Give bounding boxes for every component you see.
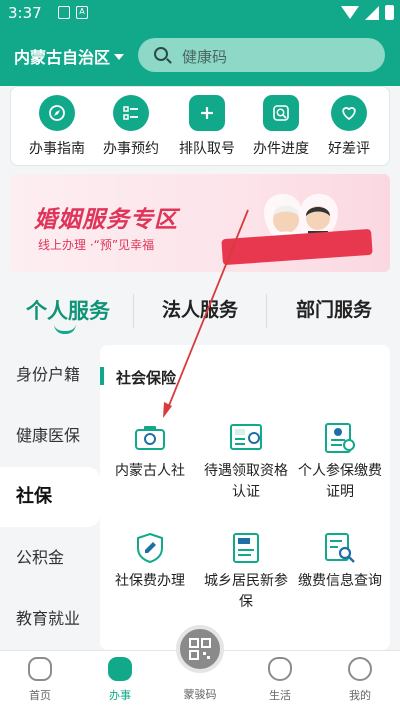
quick-action-rating[interactable]: 好差评 xyxy=(311,95,387,158)
service-item[interactable]: 个人参保缴费证明 xyxy=(292,421,388,503)
home-icon xyxy=(28,657,52,681)
status-bar: 3:37 A xyxy=(0,0,400,26)
shield-edit-icon xyxy=(132,531,168,565)
quick-action-label: 好差评 xyxy=(328,141,370,157)
quick-action-guide[interactable]: 办事指南 xyxy=(19,95,95,158)
service-label: 个人参保缴费证明 xyxy=(298,463,382,500)
services-icon xyxy=(108,657,132,681)
service-tabs: 个人服务 法人服务 部门服务 xyxy=(0,280,400,340)
quick-action-label: 排队取号 xyxy=(179,141,235,157)
sidebar-item-health[interactable]: 健康医保 xyxy=(0,406,100,466)
heart-outline-icon xyxy=(268,657,292,681)
tab-legal-person[interactable]: 法人服务 xyxy=(162,295,238,322)
nav-home[interactable]: 首页 xyxy=(0,657,80,703)
progress-search-icon xyxy=(263,95,299,131)
nav-life[interactable]: 生活 xyxy=(240,657,320,703)
quick-actions-card: 办事指南 办事预约 排队取号 办件进度 好差评 xyxy=(10,86,390,166)
certificate-icon xyxy=(228,421,264,455)
heart-icon xyxy=(331,95,367,131)
sidebar-item-social-security[interactable]: 社保 xyxy=(0,467,100,527)
bottom-navigation: 首页 办事 蒙骏码 生活 我的 xyxy=(0,625,400,711)
service-item[interactable]: 待遇领取资格认证 xyxy=(198,421,294,503)
wifi-icon xyxy=(341,6,359,19)
marriage-service-banner[interactable]: 婚姻服务专区 线上办理 ·“预”见幸福 xyxy=(10,174,390,272)
tab-divider xyxy=(133,294,134,328)
service-item[interactable]: 内蒙古人社 xyxy=(102,421,198,482)
sidebar-item-housing-fund[interactable]: 公积金 xyxy=(0,528,100,588)
status-time: 3:37 xyxy=(8,4,42,22)
banner-title: 婚姻服务专区 xyxy=(34,207,178,233)
notification-icons: A xyxy=(58,6,88,19)
caret-down-icon xyxy=(114,54,125,60)
service-label: 待遇领取资格认证 xyxy=(204,463,288,500)
tab-divider xyxy=(266,294,267,328)
status-right-icons xyxy=(341,5,394,20)
search-input[interactable]: 健康码 xyxy=(138,38,385,72)
search-icon xyxy=(154,47,168,61)
service-label: 社保费办理 xyxy=(115,573,185,589)
signal-icon xyxy=(365,5,379,20)
service-label: 缴费信息查询 xyxy=(298,573,382,589)
gallery-icon xyxy=(58,6,70,19)
service-item[interactable]: 缴费信息查询 xyxy=(292,531,388,592)
tab-personal[interactable]: 个人服务 xyxy=(26,295,110,325)
service-panel: 社会保险 内蒙古人社 待遇领取资格认证 个人参保缴费证明 社保费办理 城乡居民新… xyxy=(100,345,390,650)
service-label: 城乡居民新参保 xyxy=(204,573,288,610)
quick-action-appointment[interactable]: 办事预约 xyxy=(93,95,169,158)
sidebar-item-education[interactable]: 教育就业 xyxy=(0,589,100,649)
section-title: 社会保险 xyxy=(116,369,177,387)
quick-action-label: 办事预约 xyxy=(103,141,159,157)
compass-icon xyxy=(39,95,75,131)
header-bar: 3:37 A 内蒙古自治区 健康码 xyxy=(0,0,400,86)
plus-icon xyxy=(189,95,225,131)
nav-services[interactable]: 办事 xyxy=(80,657,160,703)
section-marker xyxy=(100,367,104,385)
region-selector[interactable]: 内蒙古自治区 xyxy=(14,44,125,68)
font-a-icon: A xyxy=(76,6,88,19)
qr-code-button[interactable] xyxy=(176,625,224,673)
qr-code-icon xyxy=(189,638,211,660)
document-proof-icon xyxy=(322,421,358,455)
nav-label: 办事 xyxy=(109,689,131,702)
nav-label: 蒙骏码 xyxy=(183,688,217,701)
service-label: 内蒙古人社 xyxy=(115,463,185,479)
banner-subtitle: 线上办理 ·“预”见幸福 xyxy=(38,238,155,252)
nav-label: 首页 xyxy=(29,689,51,702)
tab-department[interactable]: 部门服务 xyxy=(296,295,372,322)
service-item[interactable]: 社保费办理 xyxy=(102,531,198,592)
quick-action-progress[interactable]: 办件进度 xyxy=(243,95,319,158)
search-placeholder: 健康码 xyxy=(182,48,228,66)
battery-icon xyxy=(385,5,394,20)
nav-profile[interactable]: 我的 xyxy=(320,657,400,703)
quick-action-label: 办事指南 xyxy=(29,141,85,157)
quick-action-label: 办件进度 xyxy=(253,141,309,157)
service-item[interactable]: 城乡居民新参保 xyxy=(198,531,294,613)
checklist-icon xyxy=(113,95,149,131)
region-label: 内蒙古自治区 xyxy=(14,48,111,67)
active-tab-indicator xyxy=(54,324,76,334)
nav-label: 生活 xyxy=(269,689,291,702)
sidebar-item-identity[interactable]: 身份户籍 xyxy=(0,345,100,405)
quick-action-queue[interactable]: 排队取号 xyxy=(169,95,245,158)
document-search-icon xyxy=(322,531,358,565)
nav-label: 我的 xyxy=(349,689,371,702)
rural-insurance-icon xyxy=(228,531,264,565)
category-sidebar: 身份户籍 健康医保 社保 公积金 教育就业 xyxy=(0,345,100,650)
camera-icon xyxy=(132,421,168,455)
profile-icon xyxy=(348,657,372,681)
